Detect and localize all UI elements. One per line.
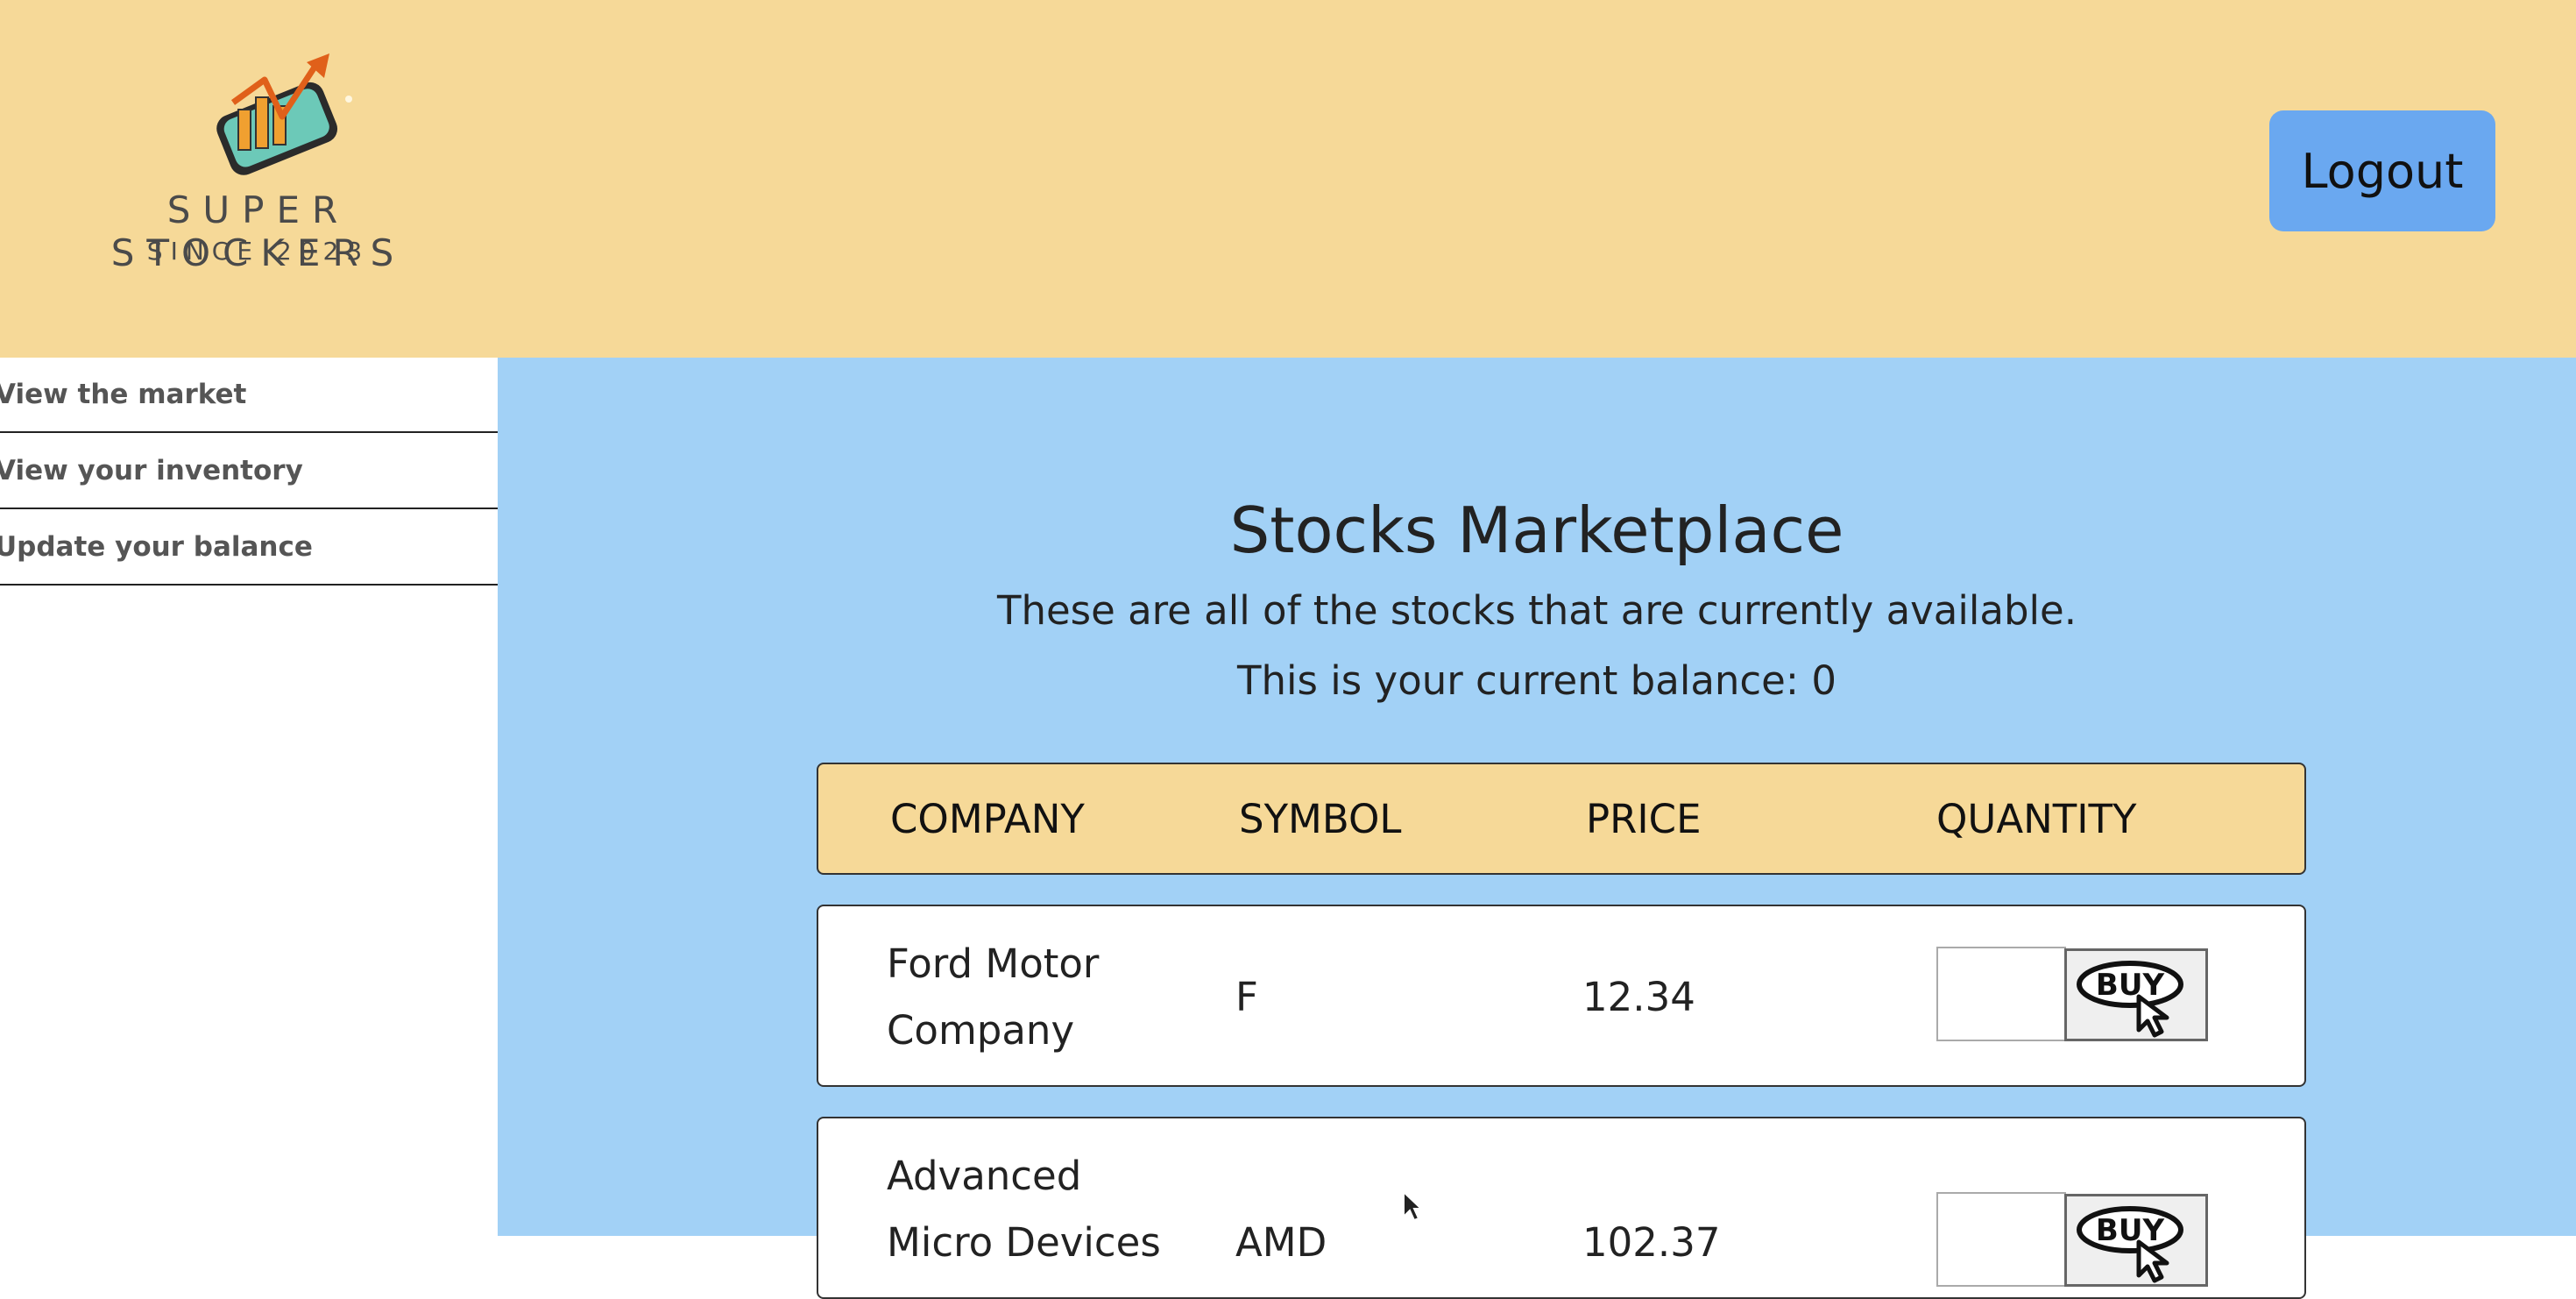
sidebar-item-update-balance[interactable]: Update your balance — [0, 510, 498, 586]
mouse-pointer-icon — [1403, 1190, 1423, 1222]
quantity-input[interactable] — [1936, 1192, 2066, 1287]
column-header-symbol: SYMBOL — [1239, 796, 1402, 842]
buy-label: BUY — [2096, 1213, 2165, 1248]
buy-icon: BUY — [2077, 961, 2183, 1038]
balance-text: This is your current balance: 0 — [1237, 657, 1836, 704]
brand-logo[interactable]: SUPER STOCKERS SINCE 2023 — [35, 48, 482, 276]
column-header-price: PRICE — [1586, 796, 1702, 842]
chart-on-phone-icon — [216, 53, 352, 175]
table-row: Ford Motor Company F 12.34 BUY — [817, 905, 2306, 1087]
stock-symbol: AMD — [1235, 1219, 1327, 1266]
buy-button[interactable]: BUY — [2064, 1194, 2208, 1287]
quantity-input[interactable] — [1936, 947, 2066, 1041]
header: SUPER STOCKERS SINCE 2023 Logout — [0, 0, 2576, 358]
sidebar-item-view-market[interactable]: View the market — [0, 358, 498, 433]
brand-tagline: SINCE 2023 — [146, 237, 371, 266]
stock-price: 12.34 — [1582, 974, 1695, 1020]
table-row: Advanced Micro Devices AMD 102.37 BUY — [817, 1117, 2306, 1299]
page-subtitle: These are all of the stocks that are cur… — [996, 587, 2077, 634]
column-header-company: COMPANY — [890, 796, 1085, 842]
buy-icon: BUY — [2077, 1206, 2183, 1283]
company-name: Advanced Micro Devices — [887, 1153, 1161, 1266]
sidebar-item-view-inventory[interactable]: View your inventory — [0, 434, 498, 509]
table-header: COMPANY SYMBOL PRICE QUANTITY — [817, 763, 2306, 875]
page-title: Stocks Marketplace — [1229, 493, 1844, 567]
main-content: Stocks Marketplace These are all of the … — [498, 358, 2576, 1299]
buy-button[interactable]: BUY — [2064, 948, 2208, 1041]
column-header-quantity: QUANTITY — [1936, 796, 2137, 842]
buy-label: BUY — [2096, 968, 2165, 1003]
stock-price: 102.37 — [1582, 1219, 1721, 1266]
company-name: Ford Motor Company — [887, 941, 1100, 1054]
logout-button[interactable]: Logout — [2269, 110, 2495, 231]
sidebar: View the market View your inventory Upda… — [0, 358, 498, 1236]
stock-symbol: F — [1235, 974, 1258, 1020]
